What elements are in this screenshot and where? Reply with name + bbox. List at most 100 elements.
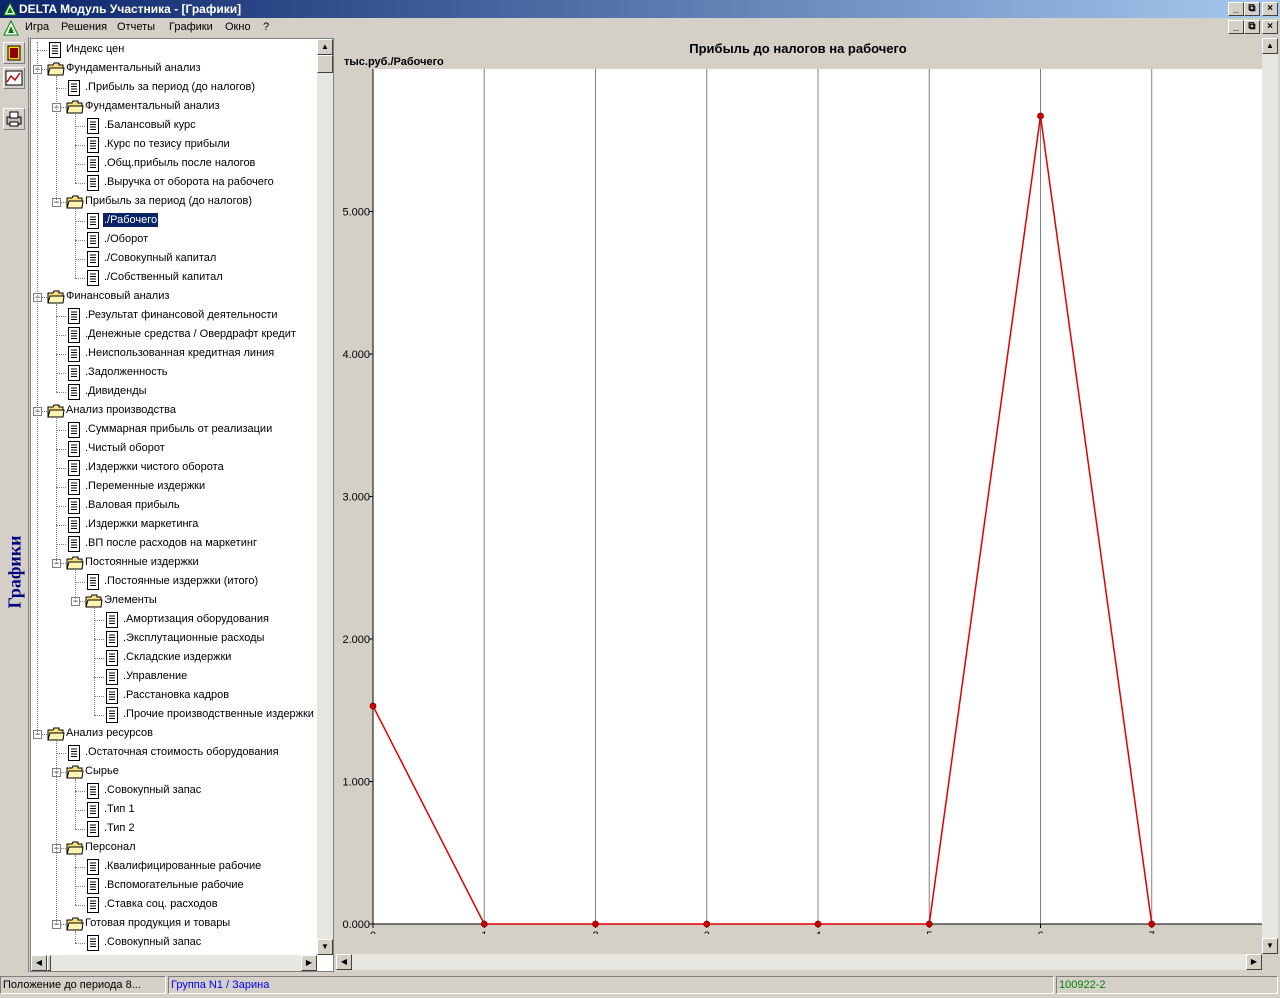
tree-report-item[interactable]: ./Рабочего bbox=[31, 211, 317, 230]
tree-folder-item[interactable]: − Персонал bbox=[31, 838, 317, 857]
chart-button[interactable] bbox=[3, 67, 25, 89]
tree-report-item[interactable]: .Вспомогательные рабочие bbox=[31, 876, 317, 895]
tree-report-item[interactable]: .Дивиденды bbox=[31, 382, 317, 401]
tree-folder-item[interactable]: − Анализ производства bbox=[31, 401, 317, 420]
report-document-icon bbox=[104, 631, 120, 647]
report-document-icon bbox=[85, 859, 101, 875]
book-button[interactable] bbox=[3, 42, 25, 64]
tree-item-label: .Курс по тезису прибыли bbox=[104, 138, 230, 150]
menu-reports[interactable]: Отчеты bbox=[117, 21, 155, 33]
tree-report-item[interactable]: .Прочие производственные издержки bbox=[31, 705, 317, 724]
tree-vscroll-track[interactable] bbox=[317, 39, 333, 955]
menu-game[interactable]: Игра bbox=[25, 21, 49, 33]
tree-scroll-up-button[interactable]: ▲ bbox=[317, 39, 333, 55]
tree-hscroll-track[interactable] bbox=[31, 955, 317, 971]
tree-folder-item[interactable]: − Фундаментальный анализ bbox=[31, 97, 317, 116]
tree-folder-item[interactable]: − Финансовый анализ bbox=[31, 287, 317, 306]
tree-report-item[interactable]: .ВП после расходов на маркетинг bbox=[31, 534, 317, 553]
tree-report-item[interactable]: .Суммарная прибыль от реализации bbox=[31, 420, 317, 439]
tree-report-item[interactable]: .Прибыль за период (до налогов) bbox=[31, 78, 317, 97]
report-document-icon bbox=[66, 384, 82, 400]
tree-connector bbox=[75, 886, 85, 887]
tree-folder-item[interactable]: − Анализ ресурсов bbox=[31, 724, 317, 743]
chart-vscroll-track[interactable] bbox=[1262, 38, 1278, 954]
title-bar: DELTA Модуль Участника - [Графики] _ ⧉ × bbox=[0, 0, 1280, 18]
tree-hscroll-thumb[interactable] bbox=[47, 955, 51, 971]
menu-decisions[interactable]: Решения bbox=[61, 21, 107, 33]
tree-report-item[interactable]: .Издержки маркетинга bbox=[31, 515, 317, 534]
tree-report-item[interactable]: .Совокупный запас bbox=[31, 933, 317, 952]
tree-folder-item[interactable]: − Фундаментальный анализ bbox=[31, 59, 317, 78]
mdi-restore-button[interactable]: ⧉ bbox=[1244, 20, 1260, 34]
tree-report-item[interactable]: .Расстановка кадров bbox=[31, 686, 317, 705]
tree-report-item[interactable]: .Постоянные издержки (итого) bbox=[31, 572, 317, 591]
tree-report-item[interactable]: .Общ.прибыль после налогов bbox=[31, 154, 317, 173]
menu-charts[interactable]: Графики bbox=[169, 21, 213, 33]
data-point bbox=[814, 920, 822, 928]
tree-report-item[interactable]: .Тип 1 bbox=[31, 800, 317, 819]
chart-scroll-left-button[interactable]: ◀ bbox=[336, 954, 352, 970]
status-code: 100922-2 bbox=[1056, 976, 1278, 994]
tree-report-item[interactable]: .Курс по тезису прибыли bbox=[31, 135, 317, 154]
mdi-minimize-button[interactable]: _ bbox=[1228, 20, 1244, 34]
tree-connector bbox=[37, 50, 47, 51]
tree-connector bbox=[94, 608, 95, 715]
folder-open-icon bbox=[66, 194, 84, 210]
chart-scroll-right-button[interactable]: ▶ bbox=[1246, 954, 1262, 970]
tree-report-item[interactable]: .Эксплутационные расходы bbox=[31, 629, 317, 648]
tree-vscroll-thumb[interactable] bbox=[317, 55, 333, 73]
tree-report-item[interactable]: .Квалифицированные рабочие bbox=[31, 857, 317, 876]
tree-connector bbox=[75, 145, 85, 146]
app-menu-icon[interactable] bbox=[3, 20, 19, 36]
folder-open-icon bbox=[47, 726, 65, 742]
tree-folder-item[interactable]: − Элементы bbox=[31, 591, 317, 610]
tree-report-item[interactable]: .Выручка от оборота на рабочего bbox=[31, 173, 317, 192]
tree-folder-item[interactable]: − Постоянные издержки bbox=[31, 553, 317, 572]
mdi-close-button[interactable]: × bbox=[1262, 20, 1278, 34]
tree-report-item[interactable]: .Амортизация оборудования bbox=[31, 610, 317, 629]
tree-report-item[interactable]: ./Совокупный капитал bbox=[31, 249, 317, 268]
report-document-icon bbox=[47, 42, 63, 58]
tree-report-item[interactable]: .Балансовый курс bbox=[31, 116, 317, 135]
tree-report-item[interactable]: ./Собственный капитал bbox=[31, 268, 317, 287]
report-document-icon bbox=[66, 80, 82, 96]
close-button[interactable]: × bbox=[1262, 2, 1278, 16]
report-document-icon bbox=[66, 498, 82, 514]
tree-report-item[interactable]: .Тип 2 bbox=[31, 819, 317, 838]
tree-folder-item[interactable]: − Сырье bbox=[31, 762, 317, 781]
minimize-button[interactable]: _ bbox=[1228, 2, 1244, 16]
tree-scroll-left-button[interactable]: ◀ bbox=[31, 955, 47, 971]
tree-report-item[interactable]: .Издержки чистого оборота bbox=[31, 458, 317, 477]
menu-window[interactable]: Окно bbox=[225, 21, 251, 33]
tree-report-item[interactable]: ./Оборот bbox=[31, 230, 317, 249]
tree-report-item[interactable]: .Совокупный запас bbox=[31, 781, 317, 800]
tree-report-item[interactable]: .Ставка соц. расходов bbox=[31, 895, 317, 914]
tree-report-item[interactable]: .Складские издержки bbox=[31, 648, 317, 667]
print-button[interactable] bbox=[3, 108, 25, 130]
tree-report-item[interactable]: .Задолженность bbox=[31, 363, 317, 382]
chart-hscroll-track[interactable] bbox=[336, 954, 1262, 970]
chart-scroll-up-button[interactable]: ▲ bbox=[1262, 38, 1278, 54]
tree-connector bbox=[75, 570, 76, 601]
tree-report-item[interactable]: Индекс цен bbox=[31, 40, 317, 59]
tree-folder-item[interactable]: − Прибыль за период (до налогов) bbox=[31, 192, 317, 211]
tree-scroll-down-button[interactable]: ▼ bbox=[317, 939, 333, 955]
tree-report-item[interactable]: .Неиспользованная кредитная линия bbox=[31, 344, 317, 363]
tree-connector bbox=[75, 829, 85, 830]
chart-scroll-down-button[interactable]: ▼ bbox=[1262, 938, 1278, 954]
tree-connector bbox=[56, 418, 57, 563]
tree-report-item[interactable]: .Денежные средства / Овердрафт кредит bbox=[31, 325, 317, 344]
tree-report-item[interactable]: .Управление bbox=[31, 667, 317, 686]
tree-folder-item[interactable]: − Готовая продукция и товары bbox=[31, 914, 317, 933]
menu-help[interactable]: ? bbox=[263, 21, 269, 33]
tree-report-item[interactable]: .Переменные издержки bbox=[31, 477, 317, 496]
tree-connector bbox=[56, 392, 66, 393]
y-tick-label: 0.000 bbox=[342, 919, 370, 931]
tree-report-item[interactable]: .Результат финансовой деятельности bbox=[31, 306, 317, 325]
tree-report-item[interactable]: .Чистый оборот bbox=[31, 439, 317, 458]
tree-scroll-right-button[interactable]: ▶ bbox=[301, 955, 317, 971]
tree-report-item[interactable]: .Валовая прибыль bbox=[31, 496, 317, 515]
tree-report-item[interactable]: .Остаточная стоимость оборудования bbox=[31, 743, 317, 762]
restore-button[interactable]: ⧉ bbox=[1244, 2, 1260, 16]
tree-connector bbox=[56, 88, 66, 89]
